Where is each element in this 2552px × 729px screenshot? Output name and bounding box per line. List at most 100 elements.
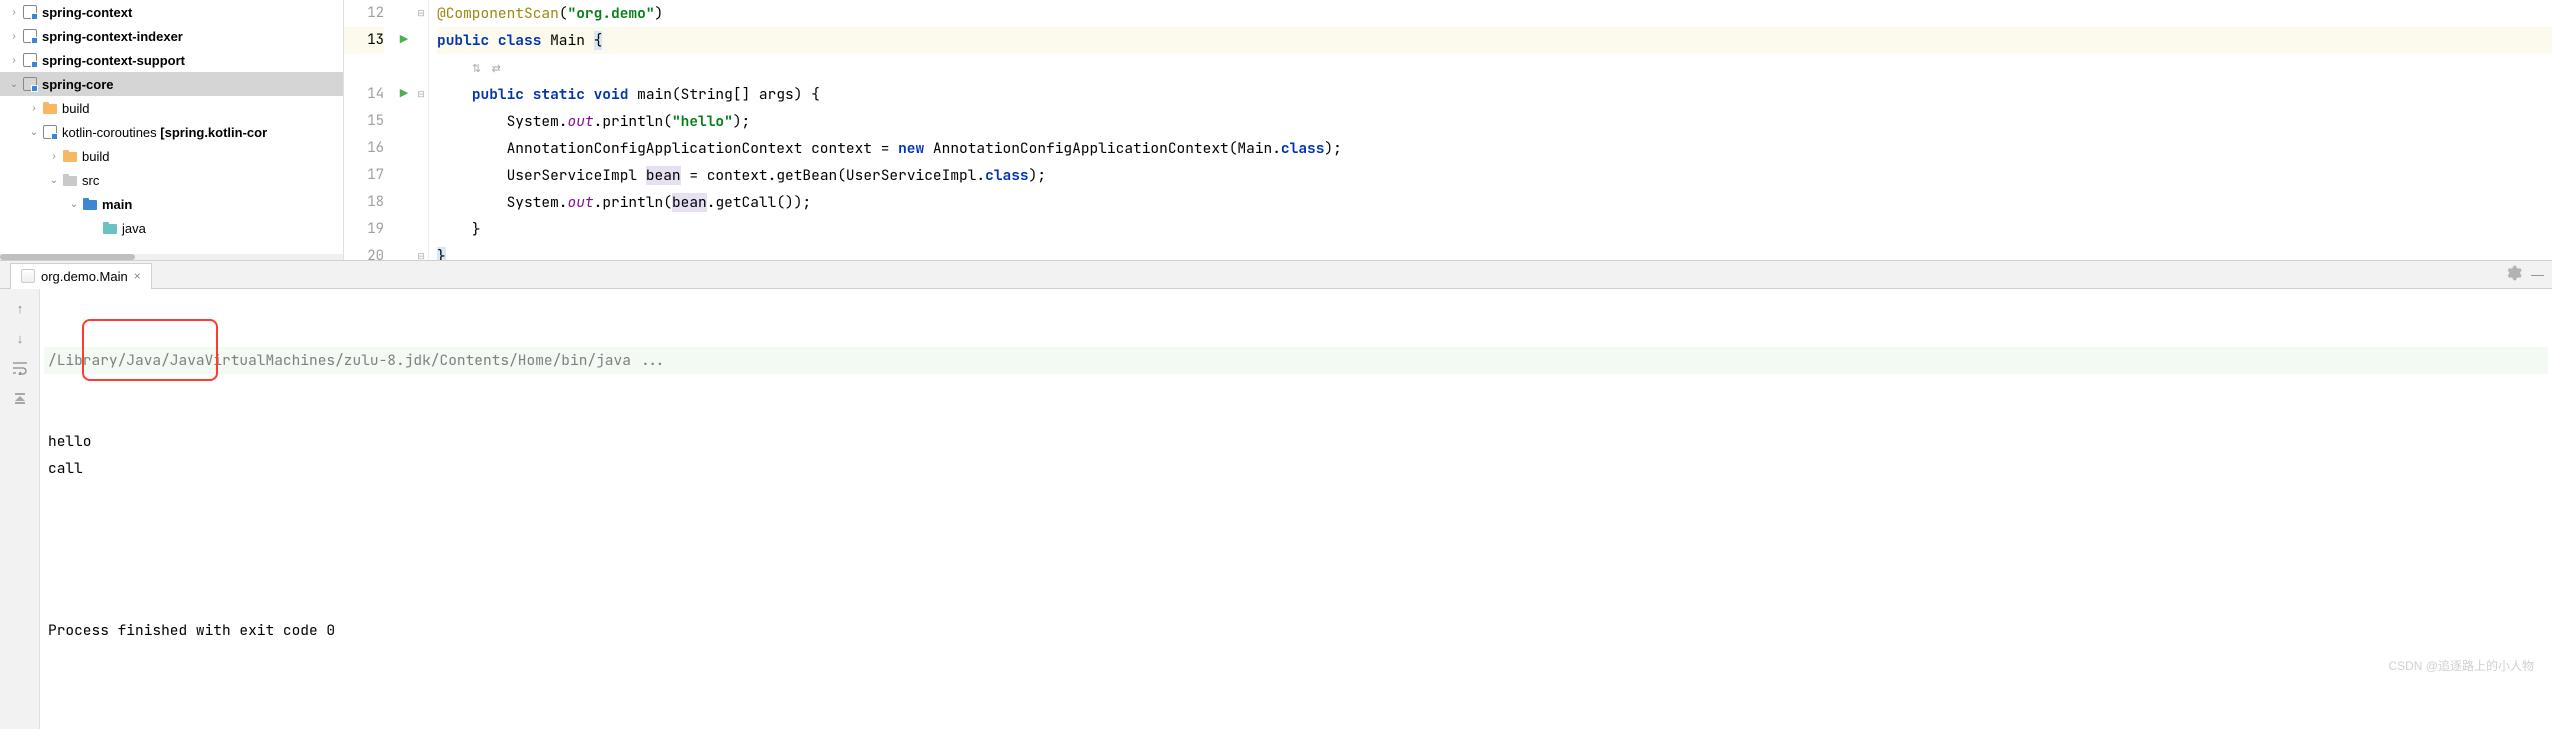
tree-item-build[interactable]: › build bbox=[0, 144, 343, 168]
scrollbar-thumb[interactable] bbox=[0, 254, 135, 260]
tree-arrow-icon[interactable]: › bbox=[6, 4, 22, 20]
run-gutter-icon bbox=[394, 135, 414, 162]
exit-line: Process finished with exit code 0 bbox=[44, 617, 2548, 644]
tree-label: spring-context-support bbox=[42, 53, 185, 68]
tree-item-build[interactable]: › build bbox=[0, 96, 343, 120]
line-number[interactable] bbox=[344, 54, 384, 81]
module-icon bbox=[22, 28, 38, 44]
fold-icon bbox=[414, 216, 428, 243]
fold-icon[interactable]: ⊟ bbox=[414, 0, 428, 27]
gear-icon[interactable] bbox=[2506, 265, 2522, 284]
tree-item-spring-core[interactable]: ⌄spring-core bbox=[0, 72, 343, 96]
code-line[interactable]: System.out.println(bean.getCall()); bbox=[437, 189, 2552, 216]
tree-arrow-icon[interactable]: › bbox=[6, 52, 22, 68]
project-tree[interactable]: ›spring-context›spring-context-indexer›s… bbox=[0, 0, 344, 260]
run-gutter-icon bbox=[394, 108, 414, 135]
output-line: hello bbox=[44, 428, 2548, 455]
run-gutter-icon bbox=[394, 216, 414, 243]
fold-icon bbox=[414, 27, 428, 54]
run-gutter-icon bbox=[394, 54, 414, 81]
code-line[interactable]: UserServiceImpl bean = context.getBean(U… bbox=[437, 162, 2552, 189]
fold-icon bbox=[414, 162, 428, 189]
run-tab-bar: org.demo.Main × — bbox=[0, 261, 2552, 289]
module-icon bbox=[22, 4, 38, 20]
tree-arrow-icon[interactable]: ⌄ bbox=[66, 196, 82, 212]
run-tool-window: org.demo.Main × — ↑ ↓ /Library/Java/Java… bbox=[0, 260, 2552, 729]
fold-icon bbox=[414, 108, 428, 135]
code-line[interactable]: ⇅ ⇄ bbox=[437, 54, 2552, 81]
line-number[interactable]: 19 bbox=[344, 216, 384, 243]
fold-icon bbox=[414, 189, 428, 216]
run-gutter-icon bbox=[394, 162, 414, 189]
console-output[interactable]: /Library/Java/JavaVirtualMachines/zulu-8… bbox=[40, 289, 2552, 729]
line-number[interactable]: 15 bbox=[344, 108, 384, 135]
code-line[interactable]: AnnotationConfigApplicationContext conte… bbox=[437, 135, 2552, 162]
tree-item-spring-context-indexer[interactable]: ›spring-context-indexer bbox=[0, 24, 343, 48]
tree-arrow-icon[interactable]: › bbox=[6, 28, 22, 44]
tree-item-main[interactable]: ⌄ main bbox=[0, 192, 343, 216]
scroll-up-icon[interactable]: ↑ bbox=[6, 295, 34, 321]
tree-label: kotlin-coroutines [spring.kotlin-cor bbox=[62, 125, 267, 140]
folder-gray-icon bbox=[62, 172, 78, 188]
line-number[interactable]: 17 bbox=[344, 162, 384, 189]
line-number[interactable]: 16 bbox=[344, 135, 384, 162]
code-line[interactable]: public static void main(String[] args) { bbox=[437, 81, 2552, 108]
module-icon bbox=[22, 52, 38, 68]
fold-markers: ⊟⊟⊟ bbox=[414, 0, 428, 260]
folder-blue-icon bbox=[82, 196, 98, 212]
tree-arrow-icon[interactable]: ⌄ bbox=[6, 76, 22, 92]
run-gutter-icon[interactable]: ▶ bbox=[394, 81, 414, 108]
line-number[interactable]: 18 bbox=[344, 189, 384, 216]
fold-icon[interactable]: ⊟ bbox=[414, 81, 428, 108]
fold-icon bbox=[414, 135, 428, 162]
scroll-down-icon[interactable]: ↓ bbox=[6, 325, 34, 351]
tree-label: main bbox=[102, 197, 132, 212]
upper-pane: ›spring-context›spring-context-indexer›s… bbox=[0, 0, 2552, 260]
scroll-to-end-icon[interactable] bbox=[6, 385, 34, 411]
tree-item-spring-context-support[interactable]: › spring-context-support bbox=[0, 48, 343, 72]
folder-teal-icon bbox=[102, 220, 118, 236]
minimize-icon[interactable]: — bbox=[2531, 267, 2544, 282]
line-number[interactable]: 12 bbox=[344, 0, 384, 27]
tree-content: ›spring-context›spring-context-indexer›s… bbox=[0, 0, 343, 254]
tree-item-src[interactable]: ⌄src bbox=[0, 168, 343, 192]
tree-arrow-icon[interactable]: ⌄ bbox=[46, 172, 62, 188]
run-gutter-icon bbox=[394, 189, 414, 216]
tree-item-kotlin-coroutines[interactable]: ⌄ kotlin-coroutines [spring.kotlin-cor bbox=[0, 120, 343, 144]
close-icon[interactable]: × bbox=[134, 269, 141, 283]
fold-icon bbox=[414, 54, 428, 81]
tree-item-spring-context[interactable]: › spring-context bbox=[0, 0, 343, 24]
console-area: ↑ ↓ /Library/Java/JavaVirtualMachines/zu… bbox=[0, 289, 2552, 729]
run-markers: ▶▶ bbox=[394, 0, 414, 260]
run-tab-label: org.demo.Main bbox=[41, 269, 128, 284]
tree-label: build bbox=[82, 149, 109, 164]
tree-label: build bbox=[62, 101, 89, 116]
output-line: call bbox=[44, 455, 2548, 482]
tree-label: spring-context bbox=[42, 5, 132, 20]
tree-arrow-icon[interactable] bbox=[86, 220, 102, 236]
tree-item-java[interactable]: java bbox=[0, 216, 343, 240]
soft-wrap-icon[interactable] bbox=[6, 355, 34, 381]
tree-label: java bbox=[122, 221, 146, 236]
code-area[interactable]: @ComponentScan("org.demo")public class M… bbox=[429, 0, 2552, 260]
tree-scrollbar[interactable] bbox=[0, 254, 343, 260]
line-number[interactable]: 14 bbox=[344, 81, 384, 108]
run-gutter-icon[interactable]: ▶ bbox=[394, 27, 414, 54]
tree-arrow-icon[interactable]: › bbox=[46, 148, 62, 164]
editor-pane: 121314151617181920 ▶▶ ⊟⊟⊟ @ComponentScan… bbox=[344, 0, 2552, 260]
tree-arrow-icon[interactable]: ⌄ bbox=[26, 124, 42, 140]
run-config-tab[interactable]: org.demo.Main × bbox=[10, 263, 152, 289]
line-number[interactable]: 13 bbox=[344, 27, 384, 54]
tree-arrow-icon[interactable]: › bbox=[26, 100, 42, 116]
ide-root: ›spring-context›spring-context-indexer›s… bbox=[0, 0, 2552, 704]
line-numbers: 121314151617181920 bbox=[344, 0, 394, 260]
command-line: /Library/Java/JavaVirtualMachines/zulu-8… bbox=[44, 347, 2548, 374]
run-gutter-icon bbox=[394, 0, 414, 27]
code-line[interactable]: @ComponentScan("org.demo") bbox=[437, 0, 2552, 27]
console-toolbar: ↑ ↓ bbox=[0, 289, 40, 729]
code-line[interactable]: System.out.println("hello"); bbox=[437, 108, 2552, 135]
folder-orange-icon bbox=[42, 100, 58, 116]
code-line[interactable]: public class Main { bbox=[437, 27, 2552, 54]
run-config-icon bbox=[21, 269, 35, 283]
code-line[interactable]: } bbox=[437, 216, 2552, 243]
